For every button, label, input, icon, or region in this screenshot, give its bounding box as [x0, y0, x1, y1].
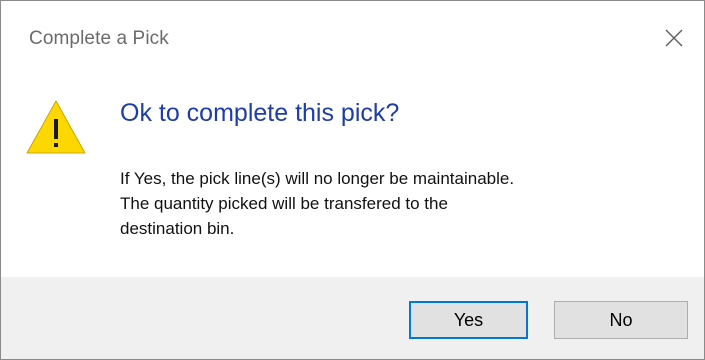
message-line: destination bin.: [120, 219, 235, 238]
window-title: Complete a Pick: [29, 28, 169, 49]
message-text: If Yes, the pick line(s) will no longer …: [120, 166, 680, 241]
main-instruction: Ok to complete this pick?: [120, 99, 400, 127]
button-bar: Yes No: [1, 277, 704, 359]
message-dialog: Complete a Pick Ok to complete this pick…: [0, 0, 705, 360]
warning-icon: [26, 100, 86, 154]
no-button[interactable]: No: [554, 301, 688, 339]
title-bar[interactable]: Complete a Pick: [1, 1, 704, 75]
close-icon: [665, 29, 683, 47]
yes-button[interactable]: Yes: [409, 301, 528, 339]
dialog-content: Ok to complete this pick? If Yes, the pi…: [1, 75, 704, 277]
message-line: The quantity picked will be transfered t…: [120, 194, 448, 213]
message-line: If Yes, the pick line(s) will no longer …: [120, 169, 515, 188]
close-button[interactable]: [644, 1, 704, 75]
